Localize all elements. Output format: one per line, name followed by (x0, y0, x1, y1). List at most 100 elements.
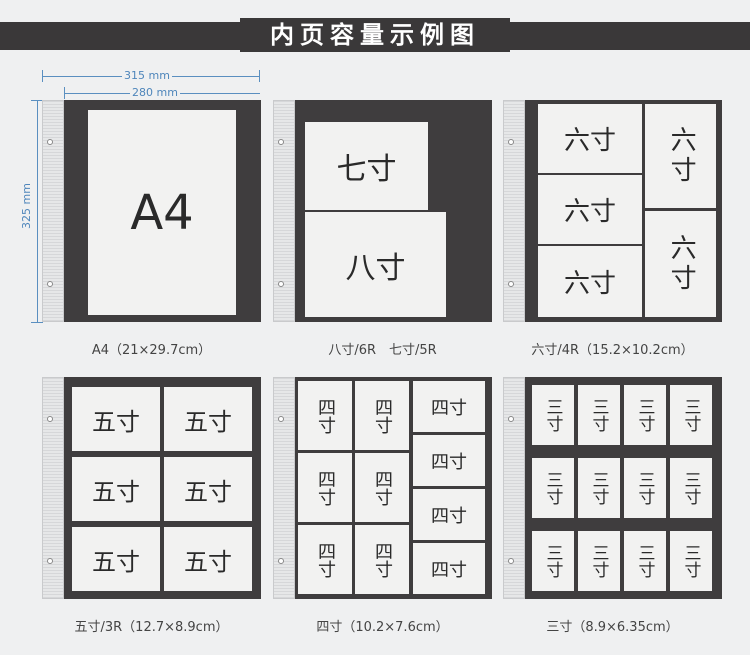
photo-slot: A4 (88, 110, 236, 315)
photo-label: 五寸 (92, 477, 140, 506)
panel-caption: 四寸（10.2×7.6cm） (316, 620, 449, 635)
photo-label: A4 (130, 184, 194, 241)
photo-slot: 六寸 (645, 211, 716, 317)
photo-label: 三寸 (680, 471, 701, 505)
binder-hole (278, 281, 284, 287)
photo-slot: 四寸 (355, 381, 409, 450)
album-page: 五寸 五寸 五寸 五寸 五寸 五寸 (64, 377, 261, 599)
photo-label: 四寸 (372, 397, 393, 434)
photo-slot: 三寸 (578, 531, 620, 591)
binder-hole (508, 139, 514, 145)
binder-hole (47, 281, 53, 287)
inner-width-tick-left (64, 87, 65, 99)
photo-label: 三寸 (634, 471, 655, 505)
binder-strip (503, 100, 525, 322)
photo-slot: 五寸 (72, 387, 160, 451)
photo-slot: 三寸 (578, 385, 620, 445)
photo-label: 三寸 (680, 398, 701, 432)
photo-label: 七寸 (336, 152, 397, 187)
photo-slot: 三寸 (532, 385, 574, 445)
photo-slot: 四寸 (413, 381, 485, 432)
album-page: 四寸 四寸 四寸 四寸 四寸 四寸 四寸 四寸 四寸 四寸 (295, 377, 492, 599)
panel-caption: A4（21×29.7cm） (91, 343, 212, 358)
photo-slot: 四寸 (298, 525, 352, 594)
binder-hole (278, 558, 284, 564)
photo-label: 四寸 (315, 469, 336, 506)
photo-slot: 三寸 (532, 531, 574, 591)
photo-slot: 八寸 (305, 212, 446, 317)
photo-label: 三寸 (634, 544, 655, 578)
photo-slot: 七寸 (305, 122, 428, 210)
binder-strip (273, 100, 295, 322)
photo-slot: 六寸 (538, 104, 642, 173)
photo-slot: 四寸 (355, 453, 409, 522)
photo-label: 三寸 (542, 544, 563, 578)
panel-3r: 五寸 五寸 五寸 五寸 五寸 五寸 (42, 377, 261, 599)
photo-label: 四寸 (372, 469, 393, 506)
photo-label: 四寸 (431, 559, 467, 581)
photo-slot: 六寸 (538, 246, 642, 317)
panel-4r: 六寸 六寸 六寸 六寸 六寸 (503, 100, 722, 322)
photo-slot: 三寸 (624, 458, 666, 518)
binder-hole (47, 416, 53, 422)
photo-slot: 三寸 (670, 458, 712, 518)
panel-caption: 三寸（8.9×6.35cm） (546, 620, 679, 635)
binder-strip (273, 377, 295, 599)
photo-slot: 五寸 (164, 387, 252, 451)
photo-slot: 四寸 (413, 489, 485, 540)
height-tick-bottom (31, 322, 43, 323)
photo-slot: 四寸 (298, 453, 352, 522)
album-page: 六寸 六寸 六寸 六寸 六寸 (525, 100, 722, 322)
album-page: 三寸 三寸 三寸 三寸 三寸 三寸 三寸 三寸 三寸 三寸 三寸 三寸 (525, 377, 722, 599)
photo-label: 六寸 (563, 126, 616, 156)
photo-slot: 四寸 (298, 381, 352, 450)
outer-width-tick-left (42, 70, 43, 82)
binder-hole (47, 139, 53, 145)
photo-label: 三寸 (634, 398, 655, 432)
photo-slot: 三寸 (624, 385, 666, 445)
binder-hole (278, 416, 284, 422)
photo-label: 六寸 (563, 269, 616, 299)
binder-strip (503, 377, 525, 599)
photo-slot: 五寸 (72, 457, 160, 521)
photo-slot: 四寸 (413, 435, 485, 486)
panel-caption: 八寸/6R 七寸/5R (328, 343, 437, 358)
photo-slot: 五寸 (164, 527, 252, 591)
photo-label: 八寸 (345, 250, 406, 286)
panel-8r-7r: 七寸 八寸 (273, 100, 492, 322)
photo-slot: 五寸 (164, 457, 252, 521)
photo-slot: 三寸 (624, 531, 666, 591)
photo-label: 五寸 (184, 477, 232, 506)
height-label: 325 mm (20, 180, 33, 232)
photo-slot: 三寸 (670, 385, 712, 445)
binder-hole (508, 558, 514, 564)
photo-label: 四寸 (315, 541, 336, 578)
photo-label: 四寸 (431, 505, 467, 527)
photo-slot: 三寸 (578, 458, 620, 518)
binder-hole (508, 416, 514, 422)
binder-strip (42, 100, 64, 322)
binder-hole (47, 558, 53, 564)
photo-label: 三寸 (588, 471, 609, 505)
photo-label: 五寸 (184, 547, 232, 576)
binder-strip (42, 377, 64, 599)
photo-label: 六寸 (666, 126, 697, 186)
photo-label: 四寸 (372, 541, 393, 578)
photo-label: 三寸 (588, 398, 609, 432)
photo-slot: 四寸 (355, 525, 409, 594)
outer-width-tick-right (259, 70, 260, 82)
photo-label: 三寸 (542, 398, 563, 432)
panel-3-inch: 三寸 三寸 三寸 三寸 三寸 三寸 三寸 三寸 三寸 三寸 三寸 三寸 (503, 377, 722, 599)
panel-a4: A4 (42, 100, 261, 322)
binder-hole (278, 139, 284, 145)
photo-slot: 五寸 (72, 527, 160, 591)
inner-width-label: 280 mm (130, 86, 180, 99)
page-title: 内页容量示例图 (240, 18, 510, 52)
panel-caption: 六寸/4R（15.2×10.2cm） (531, 343, 694, 358)
photo-label: 三寸 (542, 471, 563, 505)
binder-hole (508, 281, 514, 287)
photo-label: 四寸 (431, 397, 467, 419)
photo-label: 四寸 (315, 397, 336, 434)
photo-label: 五寸 (92, 547, 140, 576)
photo-label: 六寸 (563, 197, 616, 227)
